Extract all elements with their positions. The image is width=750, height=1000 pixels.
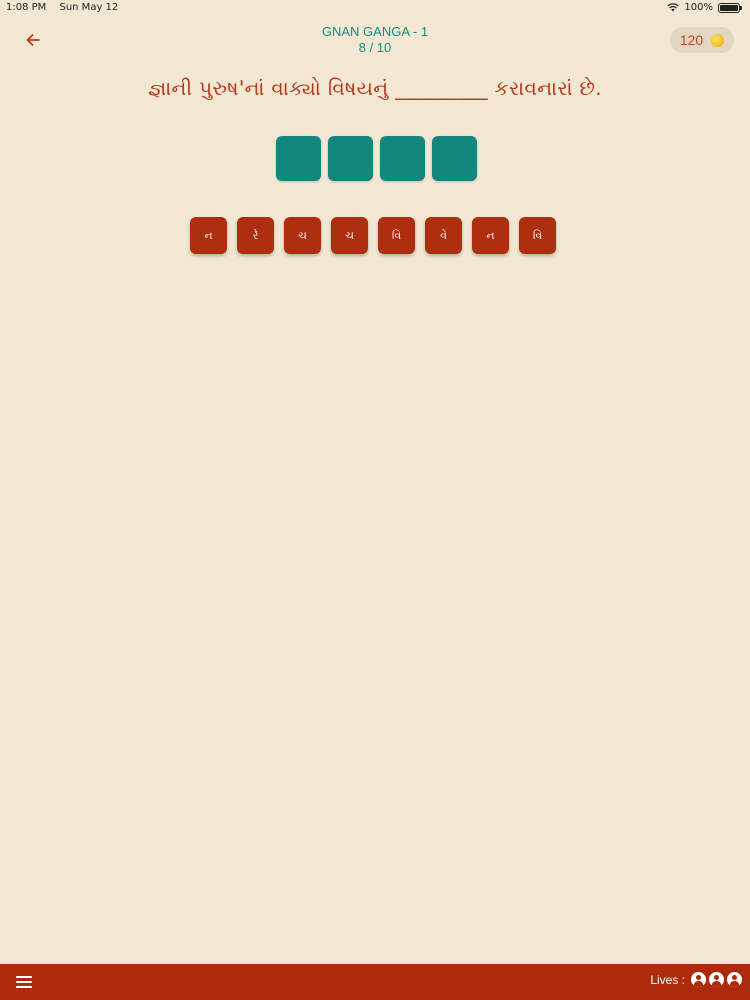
status-left: 1:08 PM Sun May 12 [6, 2, 128, 13]
question-text: જ્ઞાની પુરુષ'નાં વાક્યો વિષયનું ________… [148, 76, 602, 100]
letter-tile[interactable]: વે [425, 217, 462, 254]
coin-count: 120 [679, 32, 704, 48]
question-progress: 8 / 10 [358, 40, 392, 55]
bottom-bar: Lives : [0, 964, 750, 1000]
hamburger-menu-icon[interactable] [16, 975, 34, 989]
letter-tile[interactable]: રે [237, 217, 274, 254]
letter-tile[interactable]: ચ [284, 217, 321, 254]
answer-slots [276, 136, 477, 181]
user-circle-icon [727, 972, 742, 987]
status-time: 1:08 PM [6, 2, 47, 13]
coin-badge: 120 [670, 27, 734, 53]
lives-label: Lives : [650, 972, 685, 987]
letter-tile[interactable]: ન [190, 217, 227, 254]
answer-slot[interactable] [380, 136, 425, 181]
answer-slot[interactable] [432, 136, 477, 181]
letter-tile[interactable]: ન [472, 217, 509, 254]
user-circle-icon [691, 972, 706, 987]
quiz-title: GNAN GANGA - 1 [321, 24, 429, 39]
status-date: Sun May 12 [59, 2, 119, 13]
letter-tile[interactable]: વિ [378, 217, 415, 254]
letter-tiles: ન રે ચ ચ વિ વે ન વિ [190, 217, 556, 254]
answer-slot[interactable] [328, 136, 373, 181]
status-right: 100% [667, 2, 742, 13]
answer-slot[interactable] [276, 136, 321, 181]
letter-tile[interactable]: ચ [331, 217, 368, 254]
battery-icon [718, 2, 742, 13]
user-circle-icon [709, 972, 724, 987]
letter-tile[interactable]: વિ [519, 217, 556, 254]
status-bar: 1:08 PM Sun May 12 100% [0, 0, 750, 16]
wifi-icon [667, 3, 680, 12]
battery-percentage: 100% [684, 2, 713, 13]
coin-icon [711, 33, 725, 47]
lives-indicator: Lives : [650, 972, 742, 987]
